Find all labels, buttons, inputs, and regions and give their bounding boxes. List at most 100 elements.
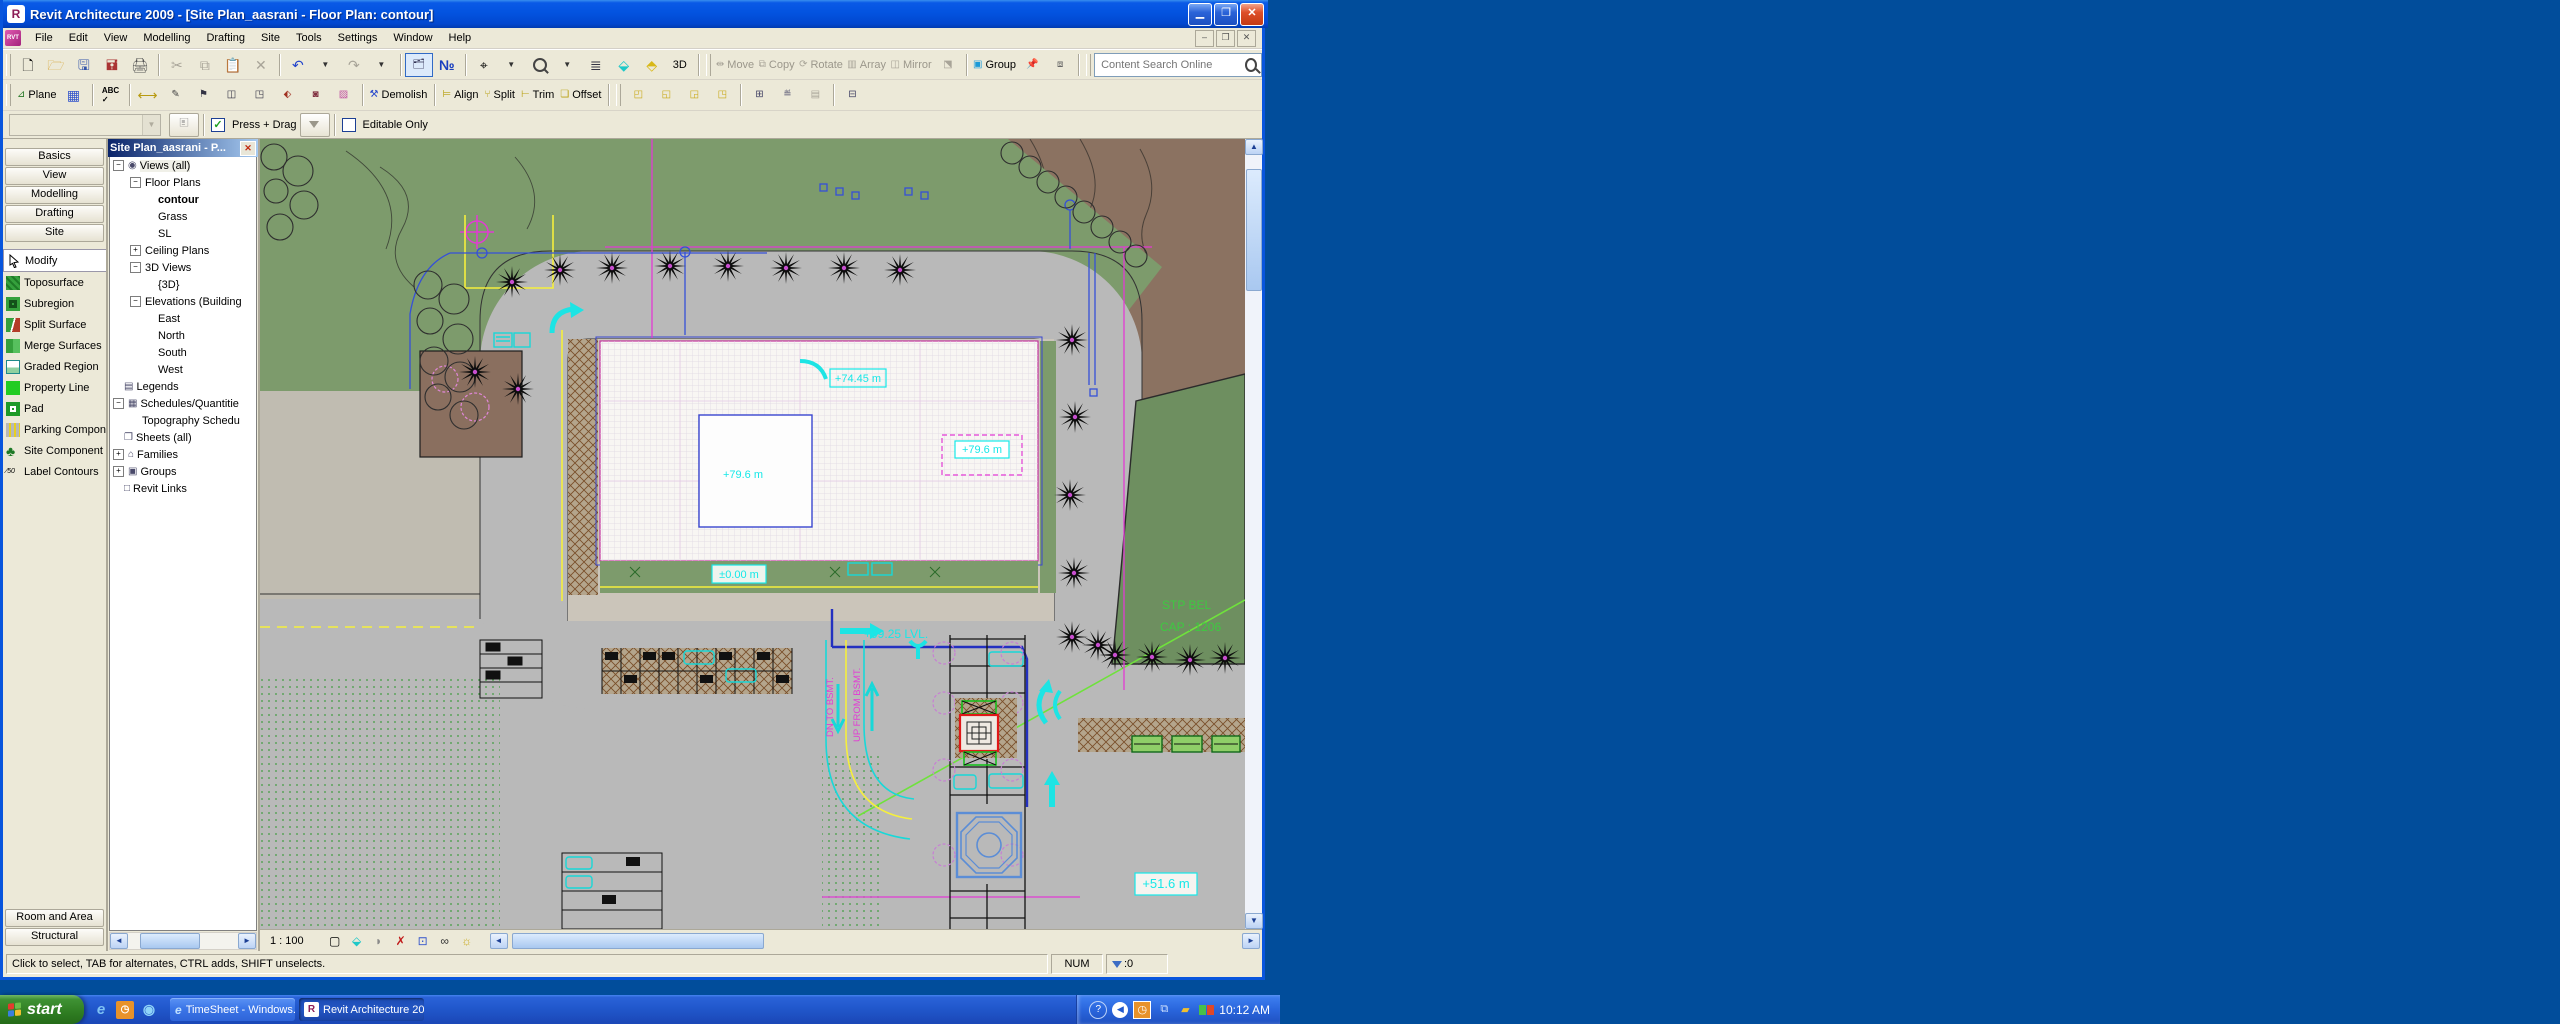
dynamic-view-button[interactable]: ⬘ — [638, 53, 666, 77]
tree-item-elevations[interactable]: − Elevations (Building — [110, 293, 256, 310]
toolbar-grip[interactable] — [1086, 53, 1092, 76]
copy-clipboard-button[interactable]: ⧉ — [191, 53, 219, 77]
new-button[interactable]: 🗋 — [14, 53, 42, 77]
display-tray-icon[interactable] — [1198, 1002, 1214, 1018]
tree-item-west[interactable]: West — [110, 361, 256, 378]
save-button[interactable]: 🖫 — [70, 53, 98, 77]
mirror-button[interactable]: ◫ Mirror — [888, 53, 934, 77]
tree-item-north[interactable]: North — [110, 327, 256, 344]
start-button[interactable]: start — [0, 995, 84, 1024]
section-button[interactable]: ◫ — [218, 83, 246, 107]
redo-button[interactable]: ↷ — [340, 53, 368, 77]
camera-button[interactable]: ◙ — [302, 83, 330, 107]
browser-horizontal-scrollbar[interactable]: ◄ ► — [109, 932, 257, 950]
undo-button[interactable]: ↶ — [284, 53, 312, 77]
scroll-right-icon[interactable]: ► — [238, 933, 256, 949]
delete-button[interactable]: ✕ — [247, 53, 275, 77]
tree-item-groups[interactable]: + ▣ Groups — [110, 463, 256, 480]
chevron-left-icon[interactable]: ◀ — [1112, 1001, 1129, 1018]
scroll-left-icon[interactable]: ◄ — [110, 933, 128, 949]
tape-measure-button[interactable]: ✎ — [162, 83, 190, 107]
join-geometry-button[interactable]: ◰ — [624, 83, 652, 107]
tree-item-sl[interactable]: SL — [110, 225, 256, 242]
designbar-tab-basics[interactable]: Basics — [5, 148, 104, 166]
tool-split-surface[interactable]: Split Surface — [3, 314, 106, 335]
save-to-central-button[interactable]: 🖬 — [98, 53, 126, 77]
canvas-vertical-scrollbar[interactable]: ▲ ▼ — [1245, 139, 1263, 929]
tree-item-sheets[interactable]: ❐ Sheets (all) — [110, 429, 256, 446]
lightbulb-icon[interactable]: ☼ — [458, 933, 476, 949]
title-bar[interactable]: R Revit Architecture 2009 - [Site Plan_a… — [3, 0, 1268, 28]
reveal-hidden-icon[interactable]: ∞ — [436, 933, 454, 949]
designbar-tab-site[interactable]: Site — [5, 224, 104, 242]
designbar-tab-drafting[interactable]: Drafting — [5, 205, 104, 223]
demolish-button[interactable]: ⚒ Demolish — [367, 83, 431, 107]
tree-item-legends[interactable]: ▤ Legends — [110, 378, 256, 395]
menu-site[interactable]: Site — [253, 29, 288, 47]
scrollbar-thumb[interactable] — [140, 933, 200, 949]
minimize-button[interactable]: ▁ — [1188, 2, 1212, 26]
zoom-dropdown[interactable]: ▼ — [498, 53, 526, 77]
browser-title-bar[interactable]: Site Plan_aasrani - P... ✕ — [108, 139, 258, 157]
tree-item-families[interactable]: + ⌂ Families — [110, 446, 256, 463]
menu-help[interactable]: Help — [441, 29, 480, 47]
spelling-button[interactable]: ABC ✓ — [97, 83, 125, 107]
crop-region-icon[interactable]: ✗ — [392, 933, 410, 949]
array-button[interactable]: ▥ Array — [845, 53, 888, 77]
split-button[interactable]: ⑂ Split — [482, 83, 518, 107]
clock-app-icon[interactable]: ◷ — [116, 1000, 134, 1019]
scroll-right-icon[interactable]: ► — [1242, 932, 1260, 949]
match-type-button[interactable]: ▤ — [801, 83, 829, 107]
dimension-button[interactable]: ⟷ — [134, 83, 162, 107]
tree-item-revit-links[interactable]: □ Revit Links — [110, 480, 256, 497]
toolbar-grip[interactable] — [705, 53, 711, 76]
tool-parking-component[interactable]: Parking Compon — [3, 419, 106, 440]
callout-button[interactable]: ◳ — [246, 83, 274, 107]
menu-view[interactable]: View — [96, 29, 136, 47]
toolbar-grip[interactable] — [6, 84, 11, 106]
whats-this-button[interactable]: № — [433, 53, 461, 77]
region-button[interactable]: ▨ — [330, 83, 358, 107]
view-scale[interactable]: 1 : 100 — [270, 935, 304, 947]
zoom-back-dropdown[interactable]: ▼ — [554, 53, 582, 77]
type-selector-combo[interactable]: ▼ — [9, 113, 161, 136]
tool-property-line[interactable]: Property Line — [3, 377, 106, 398]
menu-drafting[interactable]: Drafting — [198, 29, 253, 47]
menu-modelling[interactable]: Modelling — [135, 29, 198, 47]
zoom-region-button[interactable]: ⌖ — [470, 53, 498, 77]
shadows-icon[interactable]: ◗ — [370, 933, 388, 949]
editable-only-checkbox[interactable]: Editable Only — [339, 113, 431, 137]
tree-item-topography-schedule[interactable]: Topography Schedu — [110, 412, 256, 429]
redo-dropdown[interactable]: ▼ — [368, 53, 396, 77]
move-button[interactable]: ⇹ Move — [714, 53, 757, 77]
undo-dropdown[interactable]: ▼ — [312, 53, 340, 77]
cut-geometry-button[interactable]: ◲ — [680, 83, 708, 107]
tool-graded-region[interactable]: Graded Region — [3, 356, 106, 377]
menu-edit[interactable]: Edit — [61, 29, 96, 47]
menu-window[interactable]: Window — [385, 29, 440, 47]
cut-button[interactable]: ✂ — [163, 53, 191, 77]
updates-tray-icon[interactable]: ▰ — [1177, 1002, 1193, 1018]
tool-site-component[interactable]: ♣ Site Component — [3, 440, 106, 461]
mdi-restore-button[interactable]: ❐ — [1216, 29, 1235, 47]
grid-button[interactable]: ▦ — [60, 83, 88, 107]
clock-tray-icon[interactable]: ◷ — [1133, 1000, 1152, 1019]
tree-item-views[interactable]: − ◉ Views (all) — [110, 157, 256, 174]
default-3d-button[interactable]: 3D — [666, 53, 694, 77]
tree-item-contour[interactable]: contour — [110, 191, 256, 208]
designbar-tab-structural[interactable]: Structural — [5, 928, 104, 946]
tree-item-3d[interactable]: {3D} — [110, 276, 256, 293]
linework-button[interactable]: ⊟ — [838, 83, 866, 107]
help-tray-icon[interactable]: ? — [1089, 1000, 1108, 1019]
scrollbar-thumb[interactable] — [1245, 169, 1262, 291]
scroll-down-icon[interactable]: ▼ — [1245, 913, 1263, 929]
internet-explorer-icon[interactable]: e — [92, 1001, 110, 1019]
designbar-tab-room-area[interactable]: Room and Area — [5, 909, 104, 927]
zoom-button[interactable] — [526, 53, 554, 77]
spot-elevation-button[interactable]: ⚑ — [190, 83, 218, 107]
menu-tools[interactable]: Tools — [288, 29, 330, 47]
search-input[interactable] — [1099, 57, 1246, 72]
designbar-tab-modelling[interactable]: Modelling — [5, 186, 104, 204]
pin-button[interactable]: 📌 — [1018, 53, 1046, 77]
paste-button[interactable]: 📋 — [219, 53, 247, 77]
